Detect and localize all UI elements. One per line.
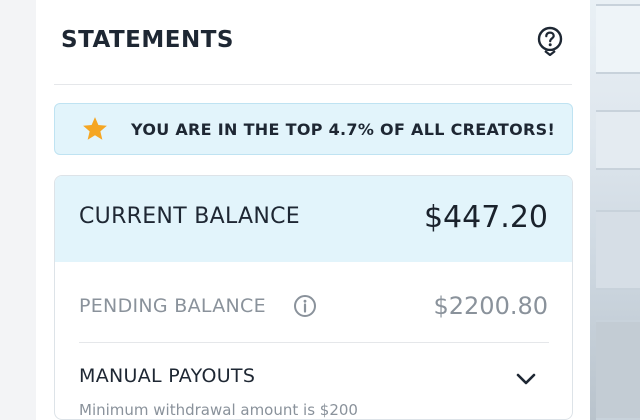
current-balance-value: $447.20: [423, 200, 548, 235]
banner-text: YOU ARE IN THE TOP 4.7% OF ALL CREATORS!: [131, 120, 556, 139]
page-background-left: [0, 0, 36, 420]
minimum-withdrawal-hint: Minimum withdrawal amount is $200: [79, 401, 358, 419]
page-title: STATEMENTS: [61, 27, 234, 53]
balance-panel: CURRENT BALANCE $447.20 PENDING BALANCE …: [54, 175, 573, 420]
chevron-down-icon[interactable]: [514, 367, 538, 391]
background-photo: [590, 0, 640, 420]
info-icon[interactable]: [293, 294, 317, 318]
background-window-pane: [596, 320, 640, 420]
background-window-pane: [596, 110, 640, 170]
pending-balance-label: PENDING BALANCE: [79, 295, 266, 317]
manual-payouts-label: MANUAL PAYOUTS: [79, 365, 256, 387]
pending-balance-row: PENDING BALANCE $2200.80: [55, 262, 572, 342]
current-balance-row: CURRENT BALANCE $447.20: [55, 176, 572, 262]
statements-header: STATEMENTS: [36, 0, 590, 84]
top-creator-banner: YOU ARE IN THE TOP 4.7% OF ALL CREATORS!: [54, 103, 573, 155]
pending-balance-value: $2200.80: [433, 292, 548, 320]
current-balance-label: CURRENT BALANCE: [79, 204, 300, 229]
question-circle-icon[interactable]: [536, 26, 564, 57]
manual-payouts-toggle[interactable]: MANUAL PAYOUTS Minimum withdrawal amount…: [55, 343, 572, 419]
background-window-pane: [596, 210, 640, 290]
star-icon: [81, 115, 109, 143]
header-divider: [54, 84, 572, 85]
background-window-pane: [596, 4, 640, 74]
statements-card: STATEMENTS YOU ARE IN THE TOP 4.7% OF AL…: [36, 0, 590, 420]
